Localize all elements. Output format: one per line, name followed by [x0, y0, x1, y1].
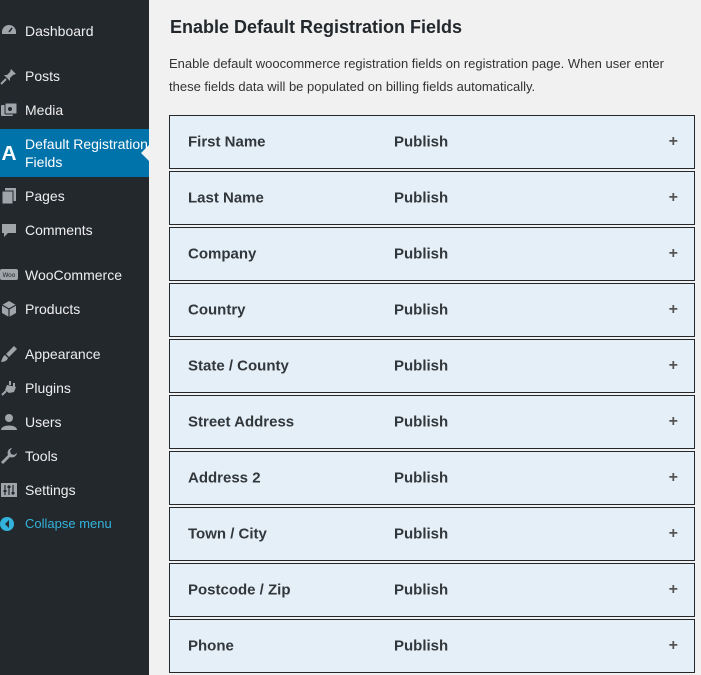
media-icon	[1, 102, 18, 116]
field-name: Last Name	[188, 189, 264, 207]
pin-icon	[0, 69, 16, 85]
field-name: Country	[188, 301, 246, 319]
sidebar-item-label: Comments	[25, 222, 93, 238]
sidebar-item-label: Plugins	[25, 380, 71, 396]
field-status: Publish	[394, 245, 449, 263]
sidebar-item-label: Media	[25, 102, 64, 118]
field-name: Company	[188, 245, 257, 263]
sidebar-item-woocommerce[interactable]: Woo WooCommerce	[0, 258, 149, 292]
main-content: Enable Default Registration Fields Enabl…	[149, 0, 701, 675]
expand-plus-icon[interactable]: +	[669, 470, 678, 486]
field-status: Publish	[394, 581, 449, 599]
settings-icon	[1, 483, 17, 497]
collapse-menu-button[interactable]: Collapse menu	[0, 507, 149, 541]
sidebar-item-label: Pages	[25, 188, 65, 204]
field-status: Publish	[394, 413, 449, 431]
field-row-company[interactable]: Company Publish +	[169, 227, 695, 281]
users-icon	[1, 414, 17, 430]
expand-plus-icon[interactable]: +	[669, 582, 678, 598]
sidebar-item-plugins[interactable]: Plugins	[0, 371, 149, 405]
field-name: First Name	[188, 133, 266, 151]
field-row-postcode-zip[interactable]: Postcode / Zip Publish +	[169, 563, 695, 617]
collapse-menu-label: Collapse menu	[25, 516, 112, 531]
sidebar-item-default-registration-fields[interactable]: Default Registration Fields	[0, 129, 149, 177]
comments-icon	[2, 224, 16, 237]
field-row-phone[interactable]: Phone Publish +	[169, 619, 695, 673]
sidebar-item-media[interactable]: Media	[0, 93, 149, 127]
expand-plus-icon[interactable]: +	[669, 190, 678, 206]
expand-plus-icon[interactable]: +	[669, 246, 678, 262]
field-status: Publish	[394, 525, 449, 543]
woocommerce-icon: Woo	[0, 269, 18, 280]
expand-plus-icon[interactable]: +	[669, 302, 678, 318]
sidebar-item-dashboard[interactable]: Dashboard	[0, 14, 149, 48]
field-status: Publish	[394, 357, 449, 375]
field-row-town-city[interactable]: Town / City Publish +	[169, 507, 695, 561]
field-status: Publish	[394, 189, 449, 207]
field-row-address-2[interactable]: Address 2 Publish +	[169, 451, 695, 505]
sidebar-item-label: WooCommerce	[25, 267, 122, 283]
sidebar-item-comments[interactable]: Comments	[0, 213, 149, 247]
pages-icon	[1, 188, 16, 205]
plugins-icon	[1, 381, 16, 396]
sidebar-item-label: Default Registration Fields	[25, 136, 148, 170]
sidebar-item-posts[interactable]: Posts	[0, 59, 149, 93]
appearance-icon	[1, 346, 17, 362]
sidebar-item-tools[interactable]: Tools	[0, 439, 149, 473]
field-row-first-name[interactable]: First Name Publish +	[169, 115, 695, 169]
sidebar-item-settings[interactable]: Settings	[0, 473, 149, 507]
sidebar-item-pages[interactable]: Pages	[0, 179, 149, 213]
expand-plus-icon[interactable]: +	[669, 134, 678, 150]
sidebar-item-users[interactable]: Users	[0, 405, 149, 439]
sidebar-item-label: Dashboard	[25, 23, 94, 39]
field-name: Town / City	[188, 525, 267, 543]
expand-plus-icon[interactable]: +	[669, 638, 678, 654]
field-status: Publish	[394, 637, 449, 655]
field-row-country[interactable]: Country Publish +	[169, 283, 695, 337]
field-status: Publish	[394, 301, 449, 319]
products-icon	[1, 301, 17, 317]
field-name: Postcode / Zip	[188, 581, 291, 599]
tools-icon	[1, 448, 17, 464]
expand-plus-icon[interactable]: +	[669, 526, 678, 542]
sidebar-item-label: Settings	[25, 482, 76, 498]
page-description: Enable default woocommerce registration …	[169, 56, 664, 94]
registration-fields-icon	[2, 146, 16, 160]
registration-field-list: First Name Publish + Last Name Publish +…	[169, 115, 695, 675]
sidebar-item-label: Tools	[25, 448, 58, 464]
field-row-street-address[interactable]: Street Address Publish +	[169, 395, 695, 449]
collapse-arrow-icon	[0, 517, 14, 531]
expand-plus-icon[interactable]: +	[669, 358, 678, 374]
dashboard-icon	[2, 25, 16, 34]
svg-text:Woo: Woo	[3, 272, 16, 279]
field-status: Publish	[394, 133, 449, 151]
admin-sidebar: Dashboard Posts Media Default Registrati…	[0, 0, 149, 675]
sidebar-item-label: Posts	[25, 68, 61, 84]
sidebar-item-label: Appearance	[25, 346, 101, 362]
field-row-state-county[interactable]: State / County Publish +	[169, 339, 695, 393]
field-name: Street Address	[188, 413, 295, 431]
sidebar-item-appearance[interactable]: Appearance	[0, 337, 149, 371]
field-status: Publish	[394, 469, 449, 487]
field-row-last-name[interactable]: Last Name Publish +	[169, 171, 695, 225]
sidebar-item-label: Products	[25, 301, 81, 317]
field-name: Address 2	[188, 469, 261, 487]
sidebar-item-label: Users	[25, 414, 62, 430]
expand-plus-icon[interactable]: +	[669, 414, 678, 430]
sidebar-item-products[interactable]: Products	[0, 292, 149, 326]
field-name: Phone	[188, 637, 234, 655]
page-title: Enable Default Registration Fields	[170, 17, 463, 37]
field-name: State / County	[188, 357, 289, 375]
